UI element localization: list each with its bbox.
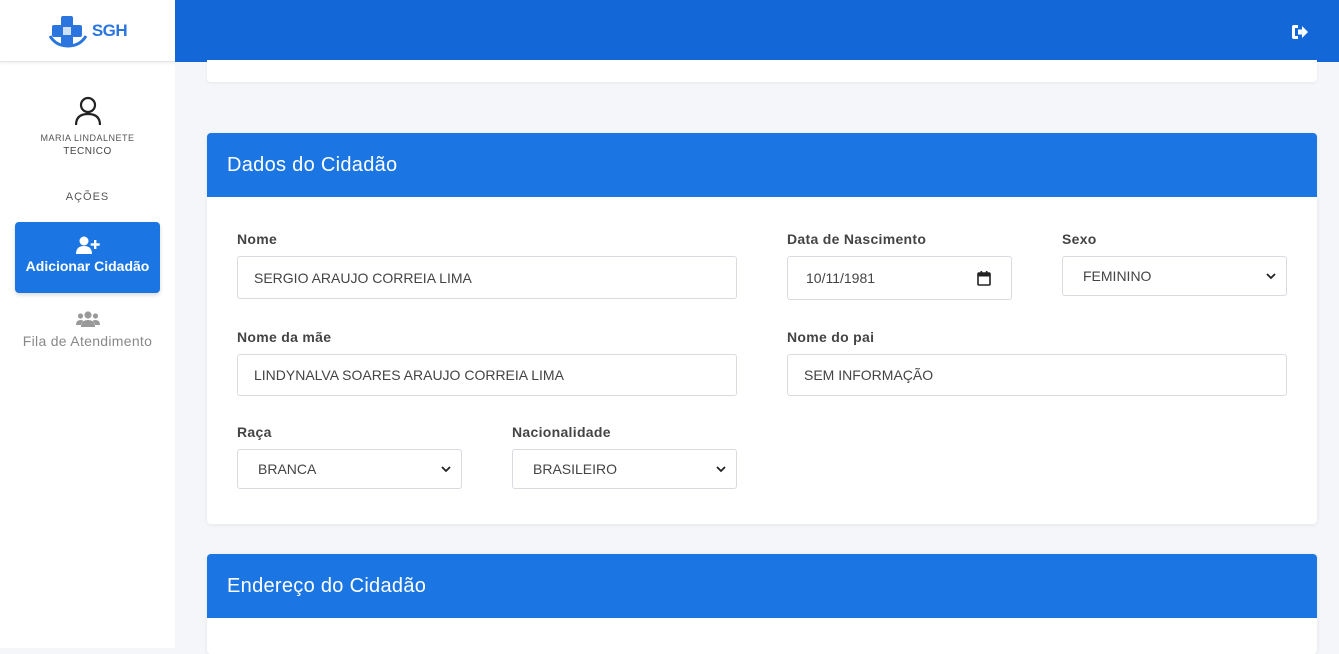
chevron-down-icon [716, 465, 726, 472]
sex-value: FEMININO [1083, 268, 1152, 284]
chevron-down-icon [1266, 272, 1276, 279]
sex-field-group: Sexo FEMININO [1062, 231, 1287, 296]
mother-name-input[interactable]: LINDYNALVA SOARES ARAUJO CORREIA LIMA [237, 354, 737, 396]
race-label: Raça [237, 424, 272, 440]
chevron-down-icon [441, 465, 451, 472]
nav-add-citizen-label: Adicionar Cidadão [25, 258, 150, 274]
mother-name-field-group: Nome da mãe LINDYNALVA SOARES ARAUJO COR… [237, 329, 737, 396]
race-field-group: Raça BRANCA [237, 424, 462, 489]
mother-name-label: Nome da mãe [237, 329, 332, 345]
sex-label: Sexo [1062, 231, 1097, 247]
logout-button[interactable] [1291, 24, 1309, 45]
previous-card-bottom [207, 60, 1317, 82]
sidebar: SGH MARIA LINDALNETE TECNICO AÇÕES Adici… [0, 0, 175, 648]
nationality-value: BRASILEIRO [533, 461, 618, 477]
user-plus-icon [75, 236, 100, 254]
birthdate-label: Data de Nascimento [787, 231, 927, 247]
logo-area: SGH [0, 0, 175, 62]
father-name-input[interactable]: SEM INFORMAÇÃO [787, 354, 1287, 396]
calendar-icon[interactable] [977, 270, 991, 286]
race-value: BRANCA [258, 461, 317, 477]
top-bar [175, 0, 1339, 62]
users-icon [75, 311, 100, 327]
father-name-value: SEM INFORMAÇÃO [804, 367, 934, 383]
citizen-address-title: Endereço do Cidadão [207, 554, 1317, 618]
nationality-label: Nacionalidade [512, 424, 611, 440]
nav-service-queue[interactable]: Fila de Atendimento [0, 308, 175, 349]
nationality-select[interactable]: BRASILEIRO [512, 449, 737, 489]
logo-text: SGH [91, 20, 128, 40]
actions-heading: AÇÕES [65, 191, 110, 203]
mother-name-value: LINDYNALVA SOARES ARAUJO CORREIA LIMA [254, 367, 564, 383]
citizen-address-card: Endereço do Cidadão [207, 554, 1317, 654]
birthdate-input[interactable]: 10/11/1981 [787, 256, 1012, 300]
name-field-group: Nome SERGIO ARAUJO CORREIA LIMA [237, 231, 737, 299]
citizen-data-card: Dados do Cidadão Nome SERGIO ARAUJO CORR… [207, 133, 1317, 524]
nationality-field-group: Nacionalidade BRASILEIRO [512, 424, 737, 489]
app-logo[interactable]: SGH [48, 14, 128, 48]
race-select[interactable]: BRANCA [237, 449, 462, 489]
medical-cross-logo-icon [48, 15, 88, 47]
user-role: TECNICO [63, 146, 112, 157]
birthdate-value: 10/11/1981 [806, 270, 876, 286]
nav-add-citizen[interactable]: Adicionar Cidadão [15, 222, 160, 293]
birthdate-field-group: Data de Nascimento 10/11/1981 [787, 231, 1012, 300]
sex-select[interactable]: FEMININO [1062, 256, 1287, 296]
sign-out-icon [1292, 25, 1308, 39]
father-name-label: Nome do pai [787, 329, 875, 345]
user-profile: MARIA LINDALNETE TECNICO [0, 96, 175, 157]
father-name-field-group: Nome do pai SEM INFORMAÇÃO [787, 329, 1287, 396]
citizen-data-title: Dados do Cidadão [207, 133, 1317, 197]
name-value: SERGIO ARAUJO CORREIA LIMA [254, 269, 472, 286]
name-label: Nome [237, 231, 278, 247]
user-name: MARIA LINDALNETE [40, 133, 135, 143]
name-input[interactable]: SERGIO ARAUJO CORREIA LIMA [237, 256, 737, 299]
user-icon [74, 96, 101, 126]
nav-service-queue-label: Fila de Atendimento [22, 333, 153, 349]
